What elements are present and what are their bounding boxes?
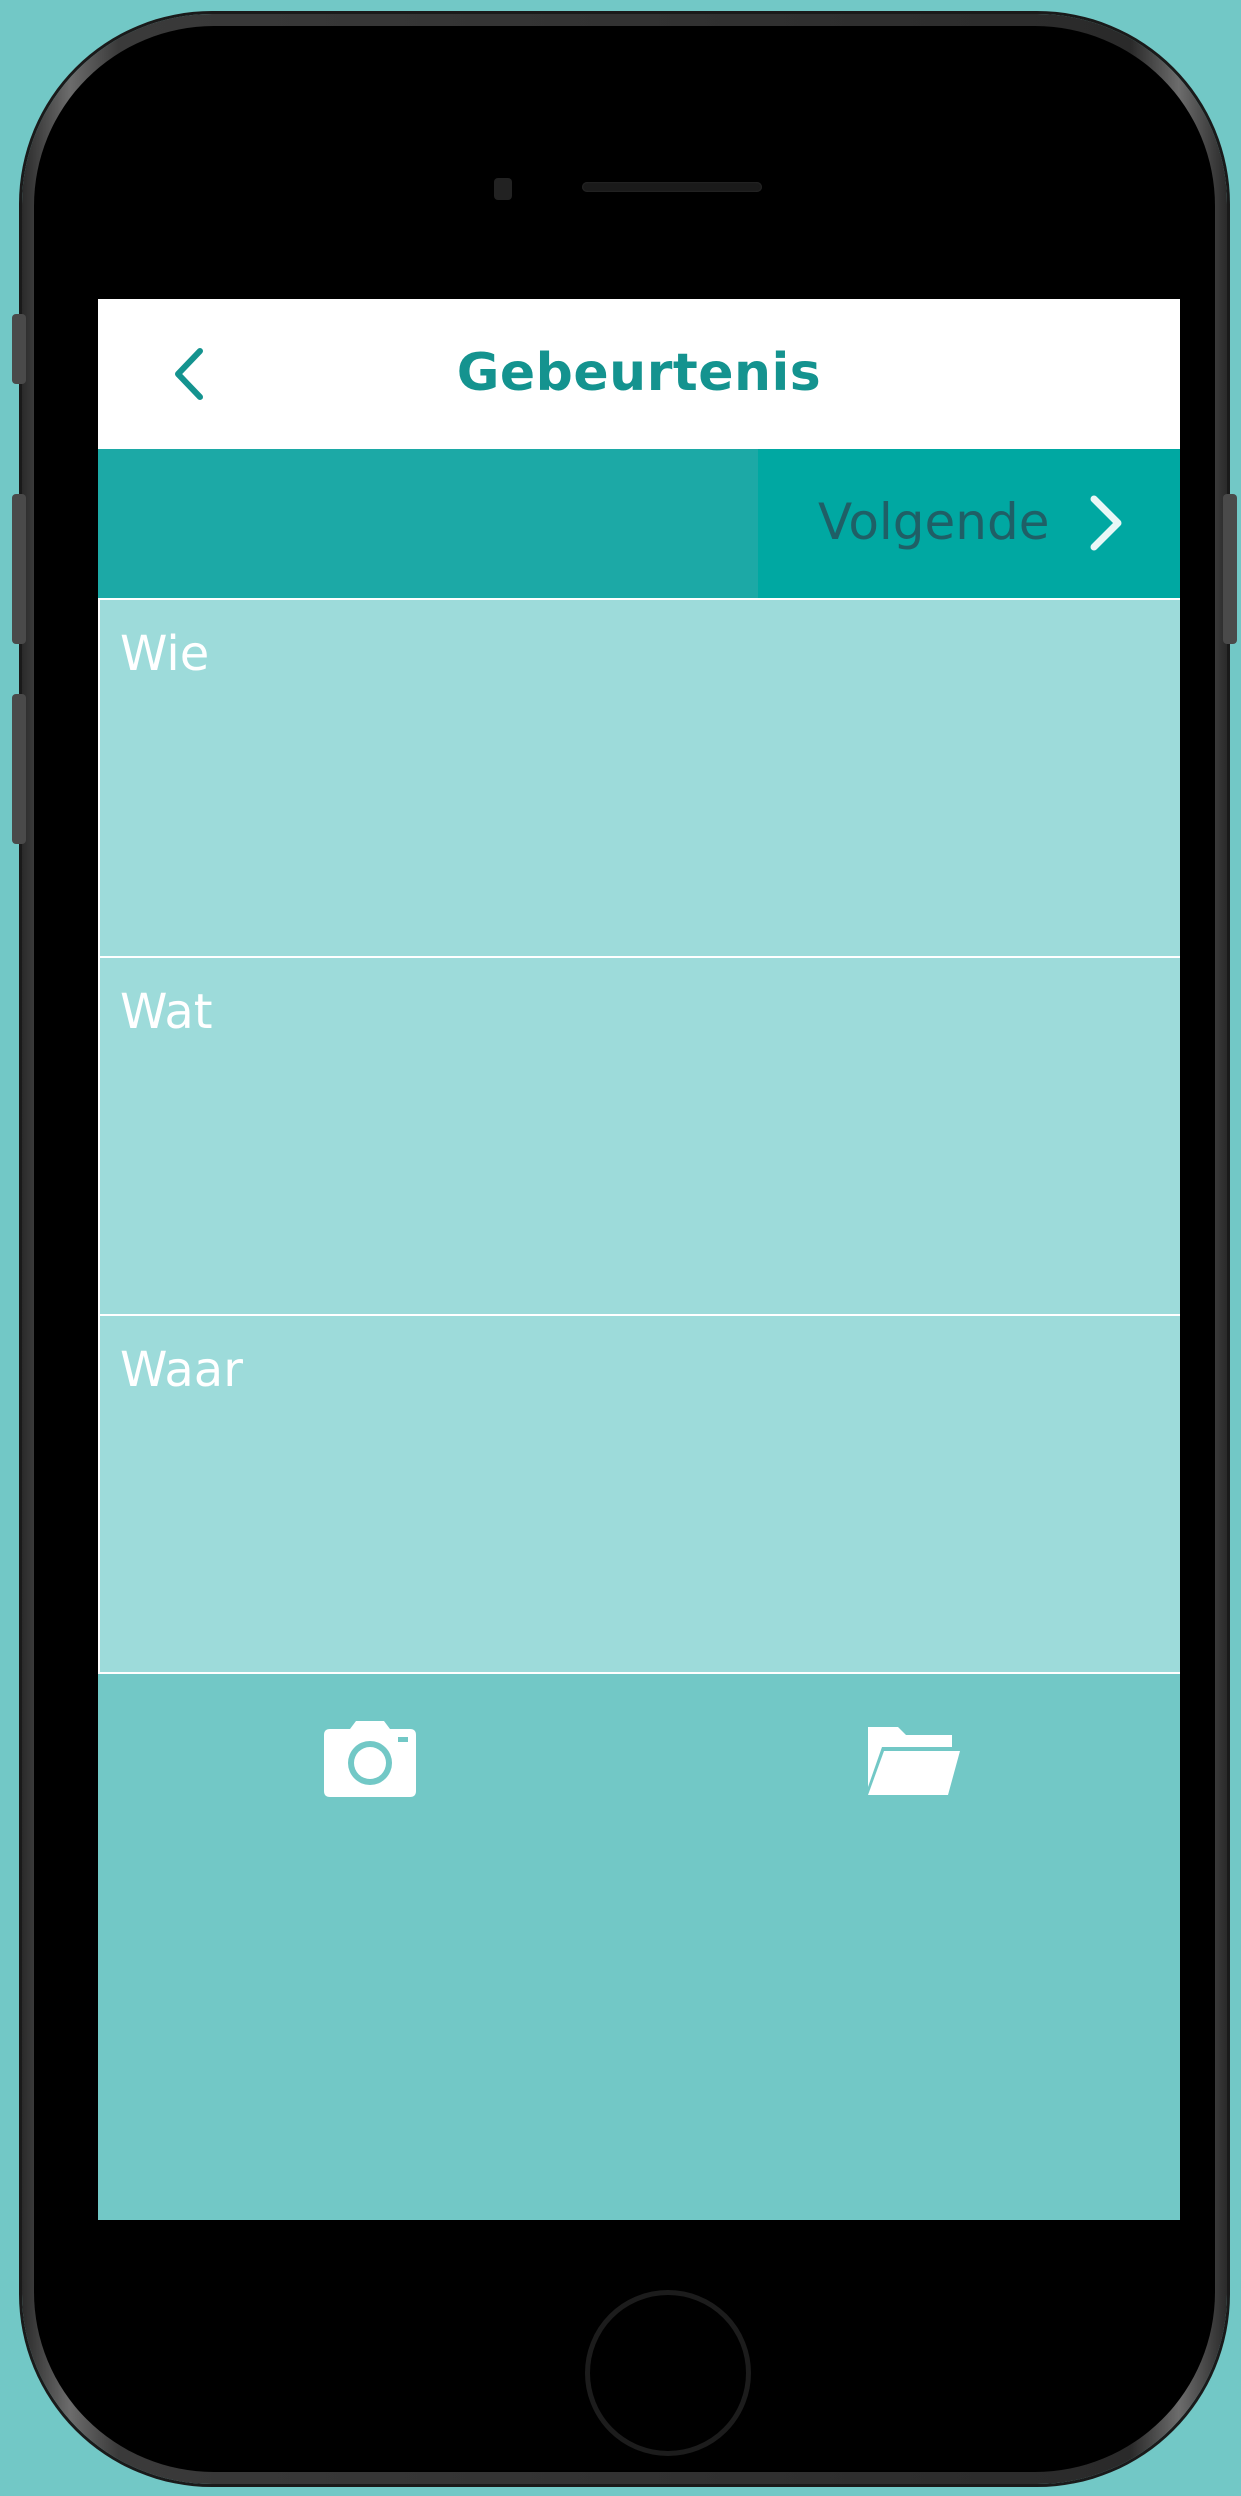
home-button[interactable]	[585, 2290, 751, 2456]
folder-button[interactable]	[862, 1719, 962, 1799]
volume-up-button	[12, 494, 26, 644]
what-field[interactable]: Wat	[98, 956, 1180, 1316]
where-field-label: Waar	[120, 1342, 243, 1398]
what-field-label: Wat	[120, 984, 213, 1040]
mute-switch	[12, 314, 26, 384]
volume-down-button	[12, 694, 26, 844]
toolbar: Volgende	[98, 449, 1180, 598]
next-button[interactable]: Volgende	[758, 449, 1180, 598]
camera-button[interactable]	[320, 1719, 420, 1799]
page-title: Gebeurtenis	[456, 343, 822, 403]
where-field[interactable]: Waar	[98, 1314, 1180, 1674]
earpiece-speaker	[582, 182, 762, 192]
front-camera	[494, 178, 512, 200]
next-button-label: Volgende	[818, 493, 1050, 551]
app-screen: Gebeurtenis Volgende Wie Wat Waar	[98, 299, 1180, 2220]
folder-icon	[868, 1727, 960, 1795]
chevron-right-icon	[1090, 495, 1122, 551]
who-field[interactable]: Wie	[98, 598, 1180, 958]
who-field-label: Wie	[120, 626, 210, 682]
camera-icon	[324, 1721, 416, 1797]
attachment-area	[98, 1675, 1180, 2220]
navigation-bar: Gebeurtenis	[98, 299, 1180, 449]
power-button	[1223, 494, 1237, 644]
